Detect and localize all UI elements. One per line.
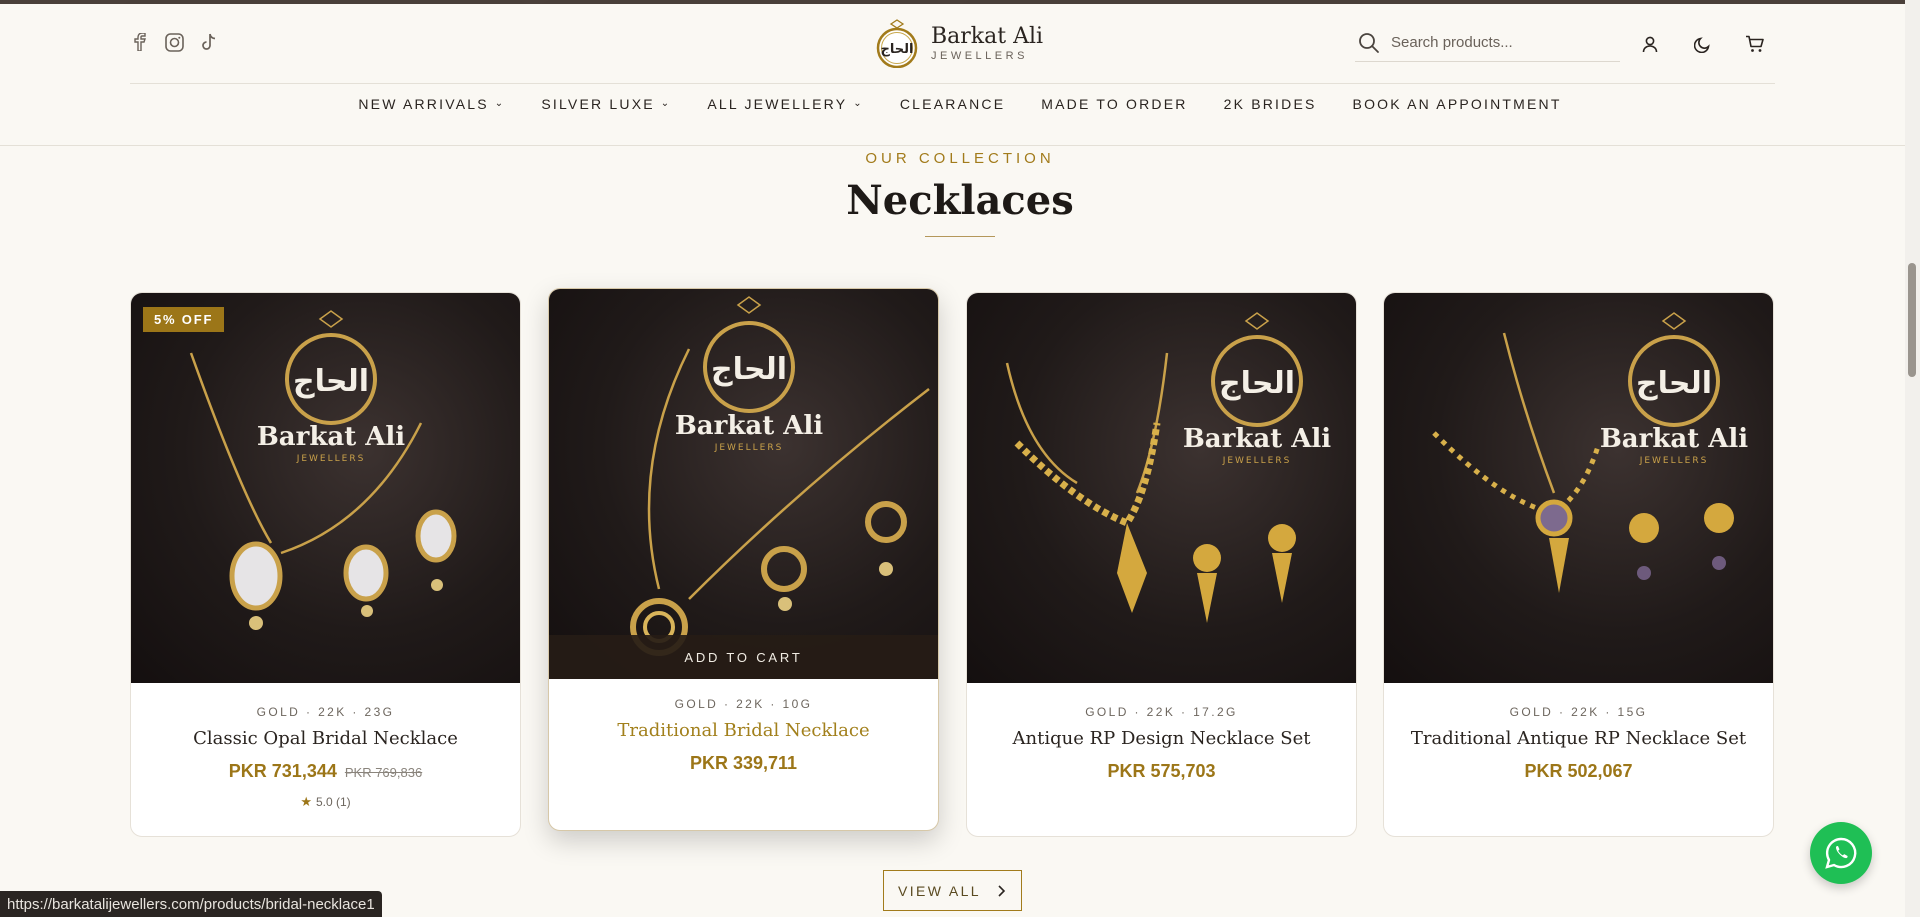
star-icon: ★ <box>300 794 312 809</box>
brand-name: Barkat Ali <box>931 24 1044 49</box>
product-meta: GOLD · 22K · 15G <box>1509 705 1648 719</box>
product-meta: GOLD · 22K · 23G <box>256 705 395 719</box>
tiktok-icon[interactable] <box>198 32 218 52</box>
nav-silver-luxe[interactable]: SILVER LUXE ⌄ <box>541 96 671 112</box>
product-price: PKR 502,067 <box>1524 761 1633 781</box>
search-bar <box>1355 24 1620 62</box>
svg-text:Barkat Ali: Barkat Ali <box>257 422 405 452</box>
instagram-icon[interactable] <box>164 32 184 52</box>
search-input[interactable] <box>1391 34 1611 51</box>
header-top-row: الحاج Barkat Ali JEWELLERS <box>130 4 1775 84</box>
product-card[interactable]: الحاج Barkat Ali JEWELLERS GOLD · 22K · … <box>1383 292 1774 837</box>
whatsapp-chat-button[interactable] <box>1810 822 1872 884</box>
nav-new-arrivals[interactable]: NEW ARRIVALS ⌄ <box>358 96 505 112</box>
product-price: PKR 575,703 <box>1107 761 1216 781</box>
nav-book-appointment[interactable]: BOOK AN APPOINTMENT <box>1353 96 1562 112</box>
chevron-down-icon: ⌄ <box>494 97 506 109</box>
whatsapp-icon <box>1825 837 1857 869</box>
nav-clearance[interactable]: CLEARANCE <box>900 96 1005 112</box>
section-title: Necklaces <box>846 177 1074 224</box>
brand-watermark: الحاج Barkat Ali JEWELLERS <box>1183 312 1331 466</box>
svg-text:Barkat Ali: Barkat Ali <box>1600 424 1748 454</box>
product-meta: GOLD · 22K · 10G <box>674 697 813 711</box>
svg-text:JEWELLERS: JEWELLERS <box>714 443 784 453</box>
product-image[interactable]: الحاج Barkat Ali JEWELLERS <box>1384 293 1773 683</box>
product-meta: GOLD · 22K · 17.2G <box>1085 705 1238 719</box>
facebook-icon[interactable] <box>130 32 150 52</box>
product-old-price: PKR 769,836 <box>344 765 423 780</box>
chevron-right-icon <box>998 884 1006 897</box>
section-eyebrow: OUR COLLECTION <box>865 150 1055 167</box>
nav-2k-brides[interactable]: 2K BRIDES <box>1224 96 1317 112</box>
chevron-down-icon: ⌄ <box>853 97 864 109</box>
title-divider <box>925 236 995 237</box>
product-name[interactable]: Antique RP Design Necklace Set <box>967 728 1356 749</box>
brand-watermark: الحاج Barkat Ali JEWELLERS <box>1600 312 1748 466</box>
search-icon[interactable] <box>1357 31 1381 55</box>
product-name[interactable]: Traditional Bridal Necklace <box>549 720 938 741</box>
svg-text:JEWELLERS: JEWELLERS <box>1639 456 1709 466</box>
product-card[interactable]: الحاج Barkat Ali JEWELLERS 5% OFF GOLD ·… <box>130 292 521 837</box>
product-card[interactable]: الحاج Barkat Ali JEWELLERS GOLD · 22K · … <box>966 292 1357 837</box>
product-price: PKR 339,711 <box>689 753 798 773</box>
scrollbar-track[interactable] <box>1905 0 1920 917</box>
view-all-button[interactable]: VIEW ALL <box>883 870 1022 911</box>
nav-all-jewellery[interactable]: ALL JEWELLERY ⌄ <box>707 96 863 112</box>
product-image[interactable]: الحاج Barkat Ali JEWELLERS 5% OFF <box>131 293 520 683</box>
svg-text:Barkat Ali: Barkat Ali <box>675 411 823 441</box>
discount-badge: 5% OFF <box>143 307 225 332</box>
svg-text:الحاج: الحاج <box>881 42 914 57</box>
add-to-cart-button[interactable]: ADD TO CART <box>549 635 938 679</box>
main-navigation: NEW ARRIVALS ⌄ SILVER LUXE ⌄ ALL JEWELLERY… <box>0 96 1920 114</box>
svg-text:JEWELLERS: JEWELLERS <box>1222 456 1292 466</box>
product-image[interactable]: الحاج Barkat Ali JEWELLERS ADD TO CART <box>549 289 938 679</box>
product-card[interactable]: الحاج Barkat Ali JEWELLERS ADD TO CART G… <box>548 288 939 831</box>
nav-made-to-order[interactable]: MADE TO ORDER <box>1041 96 1187 112</box>
brand-emblem: الحاج <box>876 19 918 68</box>
cart-icon[interactable] <box>1744 34 1764 54</box>
svg-text:Barkat Ali: Barkat Ali <box>1183 424 1331 454</box>
moon-icon[interactable] <box>1692 34 1712 54</box>
brand-watermark: الحاج Barkat Ali JEWELLERS <box>675 296 823 453</box>
product-price: PKR 731,344 <box>228 761 337 781</box>
site-header: الحاج Barkat Ali JEWELLERS NEW ARRI <box>0 4 1920 146</box>
product-name[interactable]: Traditional Antique RP Necklace Set <box>1384 728 1773 749</box>
svg-text:JEWELLERS: JEWELLERS <box>296 454 366 464</box>
svg-text:الحاج: الحاج <box>711 352 787 387</box>
product-rating: ★ 5.0 (1) <box>300 794 351 809</box>
product-name[interactable]: Classic Opal Bridal Necklace <box>131 728 520 749</box>
collection-header: OUR COLLECTION Necklaces <box>0 150 1920 237</box>
brand-subtitle: JEWELLERS <box>931 50 1028 62</box>
svg-text:الحاج: الحاج <box>1219 366 1295 401</box>
svg-text:الحاج: الحاج <box>1636 366 1712 401</box>
header-actions <box>1640 34 1764 54</box>
social-links <box>130 32 218 52</box>
svg-text:الحاج: الحاج <box>293 364 369 399</box>
browser-status-url: https://barkatalijewellers.com/products/… <box>0 891 382 917</box>
brand-logo-link[interactable]: الحاج Barkat Ali JEWELLERS <box>875 18 1043 68</box>
user-icon[interactable] <box>1640 34 1660 54</box>
product-image[interactable]: الحاج Barkat Ali JEWELLERS <box>967 293 1356 683</box>
chevron-down-icon: ⌄ <box>660 97 672 109</box>
scrollbar-thumb[interactable] <box>1908 263 1916 377</box>
brand-watermark: الحاج Barkat Ali JEWELLERS <box>257 310 405 464</box>
